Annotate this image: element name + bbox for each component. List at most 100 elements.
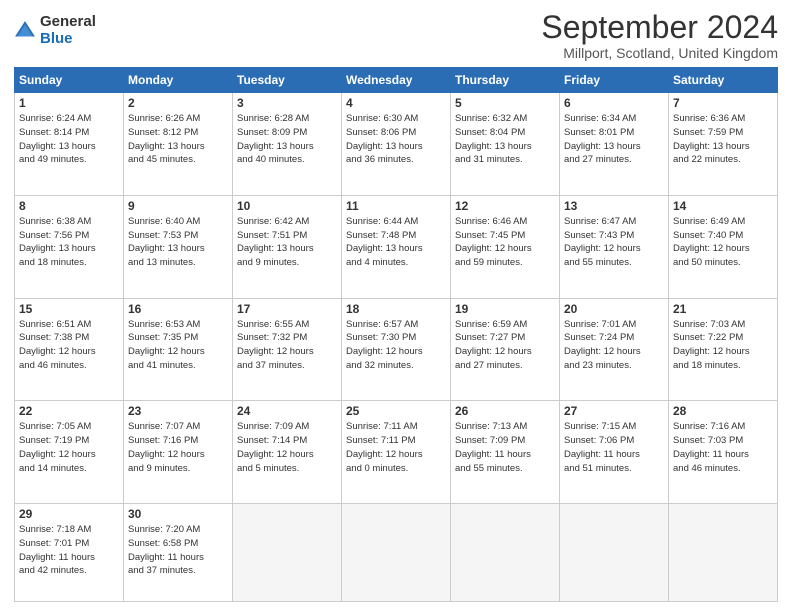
day-number: 6 [564,96,664,110]
day-number: 30 [128,507,228,521]
logo: General Blue [14,14,96,47]
header-monday: Monday [124,68,233,93]
table-row: 17Sunrise: 6:55 AMSunset: 7:32 PMDayligh… [233,298,342,401]
header-sunday: Sunday [15,68,124,93]
logo-general-text: General [40,14,96,31]
day-info: Sunrise: 7:07 AMSunset: 7:16 PMDaylight:… [128,420,228,475]
day-info: Sunrise: 6:28 AMSunset: 8:09 PMDaylight:… [237,112,337,167]
table-row: 30Sunrise: 7:20 AMSunset: 6:58 PMDayligh… [124,504,233,602]
day-number: 5 [455,96,555,110]
day-number: 7 [673,96,773,110]
table-row: 4 Sunrise: 6:30 AMSunset: 8:06 PMDaylight… [342,93,451,196]
table-row: 1Sunrise: 6:24 AMSunset: 8:14 PMDaylight… [15,93,124,196]
table-row: 22 Sunrise: 7:05 AMSunset: 7:19 PMDayligh… [15,401,124,504]
table-row: 10 Sunrise: 6:42 AMSunset: 7:51 PMDayligh… [233,195,342,298]
day-number: 24 [237,404,337,418]
day-info: Sunrise: 6:38 AMSunset: 7:56 PMDaylight:… [19,215,119,270]
day-info: Sunrise: 6:30 AMSunset: 8:06 PMDaylight:… [346,112,446,167]
table-row: 21 Sunrise: 7:03 AMSunset: 7:22 PMDayligh… [669,298,778,401]
header-saturday: Saturday [669,68,778,93]
day-number: 23 [128,404,228,418]
day-number: 8 [19,199,119,213]
day-number: 20 [564,302,664,316]
table-row [342,504,451,602]
table-row [233,504,342,602]
logo-text: General Blue [40,14,96,47]
day-number: 3 [237,96,337,110]
header-wednesday: Wednesday [342,68,451,93]
table-row: 11 Sunrise: 6:44 AMSunset: 7:48 PMDayligh… [342,195,451,298]
header-row: Sunday Monday Tuesday Wednesday Thursday… [15,68,778,93]
day-info: Sunrise: 6:57 AMSunset: 7:30 PMDaylight:… [346,318,446,373]
table-row: 15 Sunrise: 6:51 AMSunset: 7:38 PMDayligh… [15,298,124,401]
day-number: 16 [128,302,228,316]
day-info: Sunrise: 7:13 AMSunset: 7:09 PMDaylight:… [455,420,555,475]
table-row: 12 Sunrise: 6:46 AMSunset: 7:45 PMDayligh… [451,195,560,298]
day-number: 26 [455,404,555,418]
day-info: Sunrise: 6:53 AMSunset: 7:35 PMDaylight:… [128,318,228,373]
table-row: 29Sunrise: 7:18 AMSunset: 7:01 PMDayligh… [15,504,124,602]
title-block: September 2024 Millport, Scotland, Unite… [541,10,778,61]
day-number: 17 [237,302,337,316]
table-row: 24 Sunrise: 7:09 AMSunset: 7:14 PMDayligh… [233,401,342,504]
day-info: Sunrise: 7:15 AMSunset: 7:06 PMDaylight:… [564,420,664,475]
day-number: 14 [673,199,773,213]
logo-icon [14,20,36,42]
day-info: Sunrise: 7:11 AMSunset: 7:11 PMDaylight:… [346,420,446,475]
day-number: 11 [346,199,446,213]
day-info: Sunrise: 6:47 AMSunset: 7:43 PMDaylight:… [564,215,664,270]
day-number: 9 [128,199,228,213]
header: General Blue September 2024 Millport, Sc… [14,10,778,61]
calendar-table: Sunday Monday Tuesday Wednesday Thursday… [14,67,778,602]
table-row: 13Sunrise: 6:47 AMSunset: 7:43 PMDayligh… [560,195,669,298]
table-row: 8 Sunrise: 6:38 AMSunset: 7:56 PMDaylight… [15,195,124,298]
day-info: Sunrise: 6:46 AMSunset: 7:45 PMDaylight:… [455,215,555,270]
table-row: 25 Sunrise: 7:11 AMSunset: 7:11 PMDayligh… [342,401,451,504]
day-number: 25 [346,404,446,418]
table-row [560,504,669,602]
day-info: Sunrise: 7:09 AMSunset: 7:14 PMDaylight:… [237,420,337,475]
table-row: 5 Sunrise: 6:32 AMSunset: 8:04 PMDaylight… [451,93,560,196]
table-row: 23 Sunrise: 7:07 AMSunset: 7:16 PMDayligh… [124,401,233,504]
day-info: Sunrise: 6:42 AMSunset: 7:51 PMDaylight:… [237,215,337,270]
table-row: 27 Sunrise: 7:15 AMSunset: 7:06 PMDayligh… [560,401,669,504]
day-info: Sunrise: 7:18 AMSunset: 7:01 PMDaylight:… [19,523,119,578]
table-row [669,504,778,602]
table-row: 3 Sunrise: 6:28 AMSunset: 8:09 PMDaylight… [233,93,342,196]
table-row: 16 Sunrise: 6:53 AMSunset: 7:35 PMDayligh… [124,298,233,401]
day-info: Sunrise: 6:49 AMSunset: 7:40 PMDaylight:… [673,215,773,270]
day-number: 18 [346,302,446,316]
day-number: 27 [564,404,664,418]
day-info: Sunrise: 6:44 AMSunset: 7:48 PMDaylight:… [346,215,446,270]
day-number: 12 [455,199,555,213]
day-number: 22 [19,404,119,418]
table-row: 14 Sunrise: 6:49 AMSunset: 7:40 PMDayligh… [669,195,778,298]
day-info: Sunrise: 6:59 AMSunset: 7:27 PMDaylight:… [455,318,555,373]
location-subtitle: Millport, Scotland, United Kingdom [541,45,778,61]
day-info: Sunrise: 7:03 AMSunset: 7:22 PMDaylight:… [673,318,773,373]
day-info: Sunrise: 6:34 AMSunset: 8:01 PMDaylight:… [564,112,664,167]
page: General Blue September 2024 Millport, Sc… [0,0,792,612]
month-title: September 2024 [541,10,778,45]
day-info: Sunrise: 6:51 AMSunset: 7:38 PMDaylight:… [19,318,119,373]
day-number: 10 [237,199,337,213]
day-number: 28 [673,404,773,418]
table-row: 26 Sunrise: 7:13 AMSunset: 7:09 PMDayligh… [451,401,560,504]
table-row: 20 Sunrise: 7:01 AMSunset: 7:24 PMDayligh… [560,298,669,401]
day-number: 4 [346,96,446,110]
day-info: Sunrise: 6:36 AMSunset: 7:59 PMDaylight:… [673,112,773,167]
table-row: 28 Sunrise: 7:16 AMSunset: 7:03 PMDayligh… [669,401,778,504]
day-info: Sunrise: 6:24 AMSunset: 8:14 PMDaylight:… [19,112,119,167]
day-info: Sunrise: 6:32 AMSunset: 8:04 PMDaylight:… [455,112,555,167]
day-number: 15 [19,302,119,316]
day-number: 2 [128,96,228,110]
day-info: Sunrise: 7:05 AMSunset: 7:19 PMDaylight:… [19,420,119,475]
table-row: 2 Sunrise: 6:26 AMSunset: 8:12 PMDaylight… [124,93,233,196]
day-info: Sunrise: 7:01 AMSunset: 7:24 PMDaylight:… [564,318,664,373]
day-info: Sunrise: 6:26 AMSunset: 8:12 PMDaylight:… [128,112,228,167]
day-number: 19 [455,302,555,316]
day-info: Sunrise: 7:16 AMSunset: 7:03 PMDaylight:… [673,420,773,475]
table-row: 9Sunrise: 6:40 AMSunset: 7:53 PMDaylight… [124,195,233,298]
day-number: 21 [673,302,773,316]
header-friday: Friday [560,68,669,93]
